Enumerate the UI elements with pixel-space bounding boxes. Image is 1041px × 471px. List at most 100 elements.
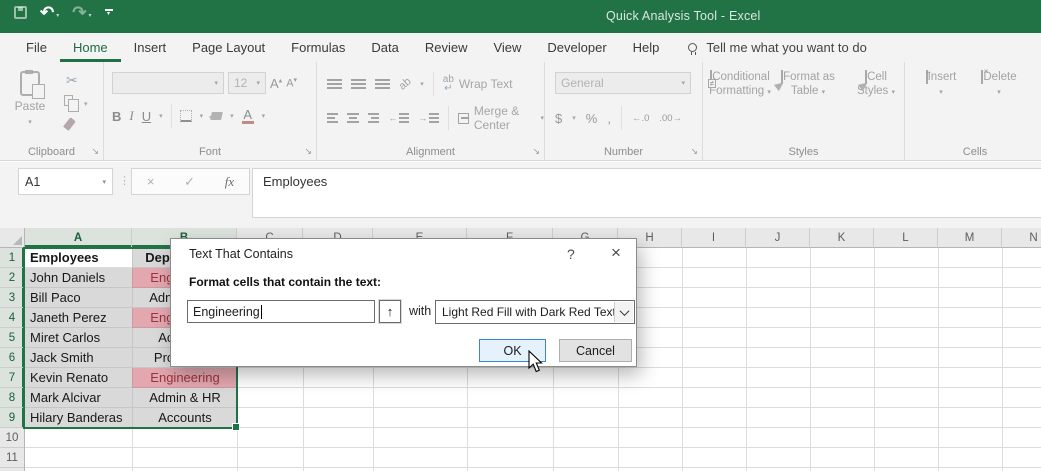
contains-text-input[interactable]: Engineering (187, 300, 375, 323)
decrease-decimal-button[interactable]: .00→ (659, 113, 682, 124)
cell-b7[interactable]: Engineering (132, 368, 237, 388)
customize-qat-button[interactable]: ▾ (105, 9, 113, 17)
shrink-font-button[interactable]: A▾ (286, 76, 297, 90)
increase-indent-button[interactable]: → (418, 113, 439, 123)
paste-button[interactable]: Paste ▾ (8, 71, 52, 127)
column-header-l[interactable]: L (874, 228, 938, 248)
row-header-1[interactable]: 1 (0, 248, 24, 268)
increase-decimal-button[interactable]: ←.0 (632, 113, 649, 124)
text-that-contains-dialog: Text That Contains ? × Format cells that… (170, 238, 637, 367)
help-icon[interactable]: ? (567, 246, 575, 262)
conditional-formatting-button[interactable]: ≠ ConditionalFormatting ▾ (709, 70, 771, 100)
column-header-i[interactable]: I (682, 228, 746, 248)
cell-a9[interactable]: Hilary Banderas (25, 408, 132, 428)
enter-entry-icon[interactable]: ✓ (184, 174, 195, 190)
column-header-j[interactable]: J (746, 228, 810, 248)
font-color-button[interactable]: A (242, 109, 254, 124)
range-selector-button[interactable]: ↑ (379, 300, 401, 323)
wrap-text-button[interactable]: ab↵ Wrap Text (443, 75, 513, 93)
percent-style-button[interactable]: % (586, 111, 598, 126)
tab-review[interactable]: Review (412, 33, 481, 62)
format-as-table-button[interactable]: Format asTable ▾ (777, 70, 839, 100)
tell-me-search[interactable]: Tell me what you want to do (688, 33, 866, 62)
tab-home[interactable]: Home (60, 33, 121, 62)
dialog-launcher-icon[interactable]: ↘ (690, 146, 698, 157)
dropdown-chevron-button[interactable] (614, 302, 633, 322)
row-header-10[interactable]: 10 (0, 428, 24, 448)
tab-file[interactable]: File (13, 33, 60, 62)
dialog-launcher-icon[interactable]: ↘ (91, 146, 99, 157)
tab-help[interactable]: Help (620, 33, 673, 62)
dialog-launcher-icon[interactable]: ↘ (532, 146, 540, 157)
font-name-combo[interactable]: ▾ (112, 72, 224, 94)
underline-button[interactable]: U (142, 109, 151, 124)
orientation-button[interactable]: ab (397, 75, 414, 92)
row-header-3[interactable]: 3 (0, 288, 24, 308)
row-header-2[interactable]: 2 (0, 268, 24, 288)
align-right-button[interactable] (368, 113, 379, 123)
cell-styles-button[interactable]: CellStyles ▾ (845, 70, 907, 100)
align-middle-button[interactable] (351, 79, 366, 89)
cell-a8[interactable]: Mark Alcivar (25, 388, 132, 408)
row-header-4[interactable]: 4 (0, 308, 24, 328)
align-bottom-button[interactable] (375, 79, 390, 89)
delete-cells-button[interactable]: × Delete▾ (977, 70, 1021, 100)
merge-center-button[interactable]: Merge & Center ▾ (458, 104, 544, 132)
undo-button[interactable]: ↶▾ (40, 4, 59, 21)
number-format-combo[interactable]: General▾ (555, 72, 691, 94)
cut-icon[interactable]: ✂ (66, 72, 78, 89)
cell-a5[interactable]: Miret Carlos (25, 328, 132, 348)
close-icon[interactable]: × (607, 243, 625, 263)
tab-data[interactable]: Data (358, 33, 411, 62)
row-header-5[interactable]: 5 (0, 328, 24, 348)
grow-font-button[interactable]: A▴ (270, 76, 282, 91)
italic-button[interactable]: I (129, 108, 133, 124)
cell-b8[interactable]: Admin & HR (132, 388, 237, 408)
bold-button[interactable]: B (112, 109, 121, 124)
row-header-8[interactable]: 8 (0, 388, 24, 408)
cell-a4[interactable]: Janeth Perez (25, 308, 132, 328)
cancel-button[interactable]: Cancel (559, 339, 632, 362)
tab-formulas[interactable]: Formulas (278, 33, 358, 62)
decrease-indent-button[interactable]: ← (388, 113, 409, 123)
column-header-n[interactable]: N (1002, 228, 1041, 248)
insert-cells-button[interactable]: ← Insert▾ (919, 70, 963, 100)
column-header-k[interactable]: K (810, 228, 874, 248)
cell-b9[interactable]: Accounts (132, 408, 237, 428)
tab-developer[interactable]: Developer (534, 33, 619, 62)
cell-a3[interactable]: Bill Paco (25, 288, 132, 308)
insert-function-icon[interactable]: fx (225, 174, 234, 190)
row-header-9[interactable]: 9 (0, 408, 24, 428)
formula-input[interactable]: Employees (252, 168, 1041, 218)
name-box[interactable]: A1 ▾ (18, 168, 113, 195)
row-header-7[interactable]: 7 (0, 368, 24, 388)
comma-style-button[interactable]: , (607, 111, 611, 126)
cancel-entry-icon[interactable]: × (147, 174, 155, 189)
select-all-button[interactable] (0, 228, 25, 248)
fill-color-icon[interactable] (210, 112, 223, 120)
ok-button[interactable]: OK (479, 339, 546, 362)
column-header-m[interactable]: M (938, 228, 1002, 248)
align-left-button[interactable] (327, 113, 338, 123)
tab-page-layout[interactable]: Page Layout (179, 33, 278, 62)
align-center-button[interactable] (347, 113, 358, 123)
cell-a1[interactable]: Employees (25, 248, 132, 268)
save-icon[interactable] (14, 6, 27, 19)
row-header-11[interactable]: 11 (0, 448, 24, 468)
tab-view[interactable]: View (480, 33, 534, 62)
cell-a7[interactable]: Kevin Renato (25, 368, 132, 388)
align-top-button[interactable] (327, 79, 342, 89)
row-header-6[interactable]: 6 (0, 348, 24, 368)
column-header-a[interactable]: A (25, 228, 132, 248)
font-size-combo[interactable]: 12▾ (228, 72, 266, 94)
borders-icon[interactable] (180, 110, 192, 122)
cell-a6[interactable]: Jack Smith (25, 348, 132, 368)
format-dropdown[interactable]: Light Red Fill with Dark Red Text (435, 300, 635, 324)
cell-a2[interactable]: John Daniels (25, 268, 132, 288)
format-painter-icon[interactable] (63, 117, 76, 131)
accounting-format-button[interactable]: $ (555, 111, 562, 126)
tab-insert[interactable]: Insert (121, 33, 180, 62)
copy-icon[interactable] (64, 95, 73, 106)
redo-button[interactable]: ↷▾ (72, 4, 91, 21)
dialog-launcher-icon[interactable]: ↘ (304, 146, 312, 157)
